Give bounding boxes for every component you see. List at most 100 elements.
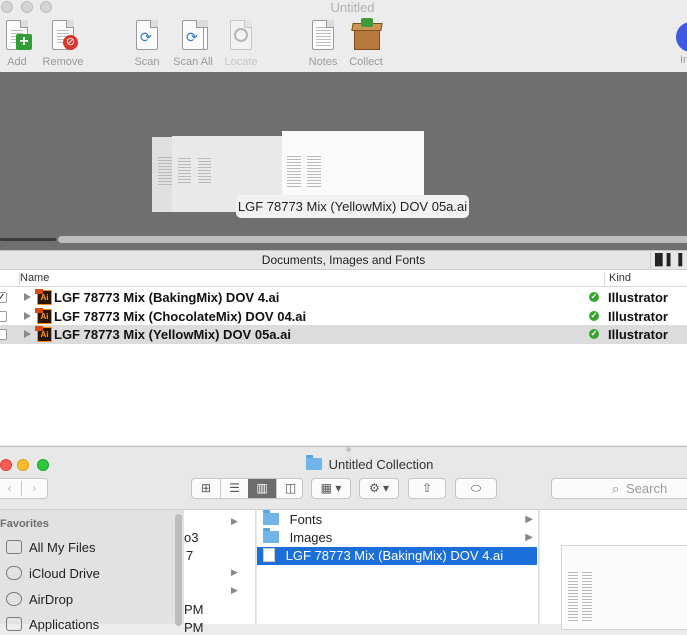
chevron-right-icon: ▶ [231,516,238,526]
locate-button[interactable]: Locate [222,18,260,68]
collect-button[interactable]: Collect [345,18,387,68]
file-kind: Illustrator [608,309,668,324]
back-forward-buttons[interactable]: ‹ │ › [0,478,48,499]
folder-icon [263,528,279,543]
finder-minimize-button[interactable] [17,459,29,471]
table-row[interactable]: Ai LGF 78773 Mix (ChocolateMix) DOV 04.a… [0,307,687,326]
share-button[interactable]: ⇧ [408,478,446,499]
chevron-right-icon: ▶ [525,514,533,525]
arrange-icon: ▦ ▾ [320,481,342,495]
info-label-fragment: In [680,54,687,66]
resize-handle[interactable] [346,447,351,452]
list-item[interactable]: PM [184,602,204,617]
chevron-right-icon: ▶ [231,585,238,595]
preview-scrollbar[interactable] [0,236,687,243]
column-header: Name Kind [0,270,687,287]
name-column-header[interactable]: Name [20,272,49,284]
illustrator-file-icon: Ai [35,289,52,305]
notes-icon [312,20,334,50]
status-ok-icon: ✓ [589,311,599,321]
notes-button[interactable]: Notes [305,18,341,68]
favorites-heading: Favorites [0,518,49,530]
icon-view-icon[interactable]: ⊞ [192,479,220,498]
airdrop-icon [6,592,22,606]
barcode-icon[interactable]: ▐▌▌▐ [650,251,682,270]
window-title: Untitled [330,0,375,15]
finder-title: Untitled Collection [306,455,433,472]
kind-column-header[interactable]: Kind [609,272,631,284]
disclosure-triangle-icon[interactable] [24,293,31,301]
table-row-selected[interactable]: Ai LGF 78773 Mix (YellowMix) DOV 05a.ai … [0,325,687,344]
action-button[interactable]: ⚙ ▾ [359,478,399,499]
list-item-selected[interactable]: LGF 78773 Mix (BakingMix) DOV 4.ai [257,547,537,565]
sidebar-scrollbar[interactable] [175,514,182,626]
column-view-icon[interactable]: ▥ [248,479,276,498]
sidebar-item-all-my-files[interactable]: All My Files [6,540,95,555]
list-view-icon[interactable]: ☰ [220,479,248,498]
row-checkbox[interactable] [0,329,7,340]
preview-tooltip: LGF 78773 Mix (YellowMix) DOV 05a.ai [236,195,469,218]
chevron-right-icon: ▶ [231,567,238,577]
sidebar-item-airdrop[interactable]: AirDrop [6,592,73,607]
back-icon[interactable]: ‹ [8,481,12,495]
collector-window: Untitled + Add ⊘ Remove ⟳ Scan ⟳ Scan Al… [0,0,687,445]
file-preview-thumbnail [561,545,687,630]
cloud-icon [6,566,22,580]
scan-all-icon: ⟳ [182,20,204,50]
file-kind: Illustrator [608,327,668,342]
view-mode-segmented-control[interactable]: ⊞ ☰ ▥ ◫ [191,478,303,499]
file-name: LGF 78773 Mix (ChocolateMix) DOV 04.ai [54,309,307,324]
scan-all-button[interactable]: ⟳ Scan All [170,18,216,68]
share-icon: ⇧ [421,481,433,495]
finder-zoom-button[interactable] [37,459,49,471]
file-name: LGF 78773 Mix (YellowMix) DOV 05a.ai [54,327,291,342]
remove-button[interactable]: ⊘ Remove [39,18,87,68]
file-name: LGF 78773 Mix (BakingMix) DOV 4.ai [54,290,280,305]
list-item[interactable]: 7 [186,548,193,563]
illustrator-file-icon: Ai [35,308,52,324]
remove-icon: ⊘ [63,35,78,50]
cover-flow-icon[interactable]: ◫ [276,479,302,498]
sidebar-item-icloud-drive[interactable]: iCloud Drive [6,566,100,581]
info-button[interactable] [676,22,687,52]
list-item[interactable]: o3 [184,530,198,545]
list-item-fonts[interactable]: Fonts ▶ [257,510,537,529]
chevron-right-icon: ▶ [525,532,533,543]
folder-icon [306,455,322,470]
scan-button[interactable]: ⟳ Scan [130,18,164,68]
document-icon [263,548,275,562]
tags-button[interactable]: ⬭ [455,478,497,499]
illustrator-file-icon: Ai [35,326,52,342]
locate-icon [234,28,248,42]
file-kind: Illustrator [608,290,668,305]
finder-window: Untitled Collection ‹ │ › ⊞ ☰ ▥ ◫ ▦ ▾ ⚙ … [0,446,687,635]
finder-preview-column [540,509,687,630]
disclosure-triangle-icon[interactable] [24,330,31,338]
sidebar-item-applications[interactable]: Applications [6,617,99,632]
status-ok-icon: ✓ [589,329,599,339]
finder-close-button[interactable] [0,459,12,471]
finder-column-2: Fonts ▶ Images ▶ LGF 78773 Mix (BakingMi… [257,509,539,624]
search-input[interactable]: ⌕ Search [551,478,687,499]
gear-icon: ⚙ ▾ [368,481,390,495]
document-preview [0,72,687,250]
folder-icon [263,510,279,525]
table-row[interactable]: ✓ Ai LGF 78773 Mix (BakingMix) DOV 4.ai … [0,288,687,307]
document-list: ✓ Ai LGF 78773 Mix (BakingMix) DOV 4.ai … [0,287,687,445]
applications-icon [6,617,22,631]
scan-icon: ⟳ [136,20,158,50]
add-button[interactable]: + Add [0,18,34,68]
arrange-button[interactable]: ▦ ▾ [311,478,351,499]
list-item-images[interactable]: Images ▶ [257,528,537,547]
search-icon: ⌕ [612,481,620,496]
status-ok-icon: ✓ [589,292,599,302]
add-icon: + [16,34,32,50]
row-checkbox[interactable] [0,311,7,322]
list-item[interactable]: PM [184,620,204,635]
row-checkbox[interactable]: ✓ [0,292,7,303]
forward-icon[interactable]: › [32,481,36,495]
finder-column-1: ▶ o3 7 ▶ ▶ PM PM [184,509,256,635]
tag-icon: ⬭ [470,481,482,495]
all-my-files-icon [6,540,22,554]
disclosure-triangle-icon[interactable] [24,312,31,320]
